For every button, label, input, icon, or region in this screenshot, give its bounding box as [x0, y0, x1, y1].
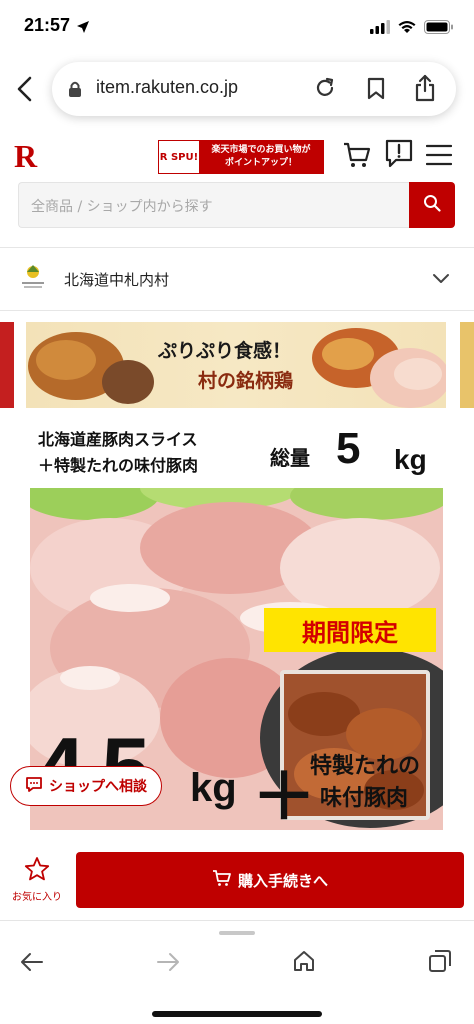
cart-icon	[212, 868, 232, 892]
consult-shop-button[interactable]: ショップへ相談	[10, 766, 162, 806]
signal-icon	[370, 19, 390, 38]
home-icon[interactable]	[292, 949, 316, 977]
sauce-text-line1: 特製たれの	[310, 754, 421, 779]
purchase-bar: お気に入り 購入手続きへ	[0, 840, 474, 920]
sauce-text-line2: 味付豚肉	[320, 786, 409, 811]
location-arrow-icon	[76, 19, 90, 38]
chat-bubble-icon	[25, 775, 43, 797]
bookmark-icon[interactable]	[366, 77, 386, 105]
promo-banner[interactable]: ぷりぷり食感！ 村の銘柄鶏	[26, 322, 446, 408]
wifi-icon	[398, 19, 416, 38]
divider	[0, 247, 474, 248]
menu-icon[interactable]	[425, 144, 453, 170]
sheet-handle[interactable]	[219, 931, 255, 935]
favorite-label: お気に入り	[12, 892, 62, 903]
checkout-button[interactable]: 購入手続きへ	[76, 852, 464, 908]
lock-icon	[68, 80, 82, 102]
star-icon	[24, 857, 50, 886]
chevron-down-icon[interactable]	[432, 270, 450, 289]
banner-chicken-image	[28, 328, 446, 408]
home-indicator	[152, 1011, 322, 1017]
spu-text-line1: 楽天市場でのお買い物が	[211, 145, 311, 155]
browser-address-row: item.rakuten.co.jp	[0, 60, 474, 120]
share-icon[interactable]	[414, 74, 436, 106]
search-icon	[423, 194, 441, 216]
spu-banner[interactable]: R SPU! 楽天市場でのお買い物が ポイントアップ！	[158, 140, 324, 174]
favorite-button[interactable]: お気に入り	[6, 856, 68, 906]
total-label: 総量	[270, 446, 310, 470]
rakuten-logo[interactable]: R	[14, 138, 37, 175]
promo-banner-carousel[interactable]: ぷりぷり食感！ 村の銘柄鶏	[0, 322, 474, 408]
status-time: 21:57	[24, 15, 71, 35]
banner-prev-peek[interactable]	[0, 322, 14, 408]
spu-badge: R SPU!	[159, 141, 199, 173]
url-text: item.rakuten.co.jp	[96, 77, 239, 97]
back-icon[interactable]	[20, 951, 44, 977]
shop-row[interactable]: 北海道中札内村	[0, 250, 474, 308]
back-icon[interactable]	[14, 74, 38, 104]
search-placeholder: 全商品 / ショップ内から探す	[31, 199, 213, 215]
search-button[interactable]	[409, 182, 455, 228]
browser-toolbar	[0, 920, 474, 1024]
shop-name: 北海道中札内村	[64, 271, 170, 289]
chat-icon[interactable]	[384, 138, 414, 174]
banner-next-peek[interactable]	[460, 322, 474, 408]
tabs-icon[interactable]	[428, 949, 452, 977]
shop-logo	[18, 262, 48, 292]
pork-amount-unit: kg	[190, 766, 237, 810]
status-bar: 21:57	[0, 0, 474, 54]
limited-time-badge: 期間限定	[264, 608, 436, 652]
spu-text-line2: ポイントアップ！	[224, 158, 297, 168]
product-title-line2: ＋特製たれの味付豚肉	[38, 456, 199, 475]
banner-text-line2: 村の銘柄鶏	[198, 370, 294, 392]
cart-icon[interactable]	[342, 140, 372, 174]
plus-sign: ＋	[252, 761, 316, 830]
checkout-label: 購入手続きへ	[237, 871, 328, 890]
search-input[interactable]: 全商品 / ショップ内から探す	[18, 182, 410, 228]
divider	[0, 310, 474, 311]
consult-label: ショップへ相談	[49, 779, 147, 795]
total-value: 5	[336, 424, 361, 473]
address-bar[interactable]: item.rakuten.co.jp	[52, 62, 456, 116]
battery-icon	[424, 19, 454, 38]
product-title-line1: 北海道産豚肉スライス	[38, 430, 198, 449]
spu-text: 楽天市場でのお買い物が ポイントアップ！	[199, 141, 323, 173]
total-unit: kg	[394, 444, 427, 475]
reload-icon[interactable]	[314, 77, 336, 103]
site-header: R R SPU! 楽天市場でのお買い物が ポイントアップ！	[0, 130, 474, 184]
status-icons	[370, 19, 454, 38]
forward-icon[interactable]	[156, 951, 180, 977]
banner-text-line1: ぷりぷり食感！	[158, 340, 292, 362]
